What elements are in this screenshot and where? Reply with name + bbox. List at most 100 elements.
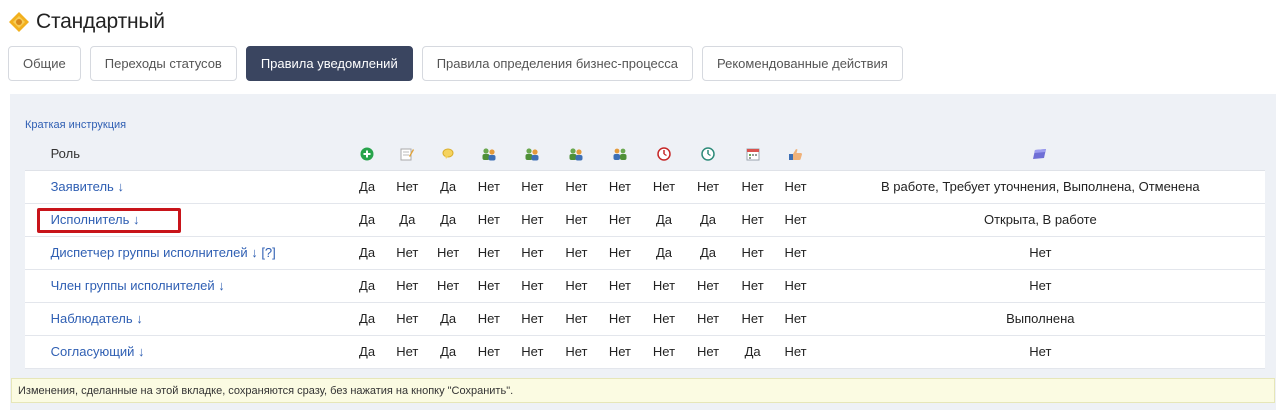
cell-value[interactable]: Нет xyxy=(554,302,599,336)
cell-value[interactable]: Нет xyxy=(510,170,555,204)
cell-value[interactable]: Нет xyxy=(598,170,642,204)
cell-value[interactable]: Нет xyxy=(775,302,816,336)
cell-value[interactable]: Нет xyxy=(598,269,642,303)
cell-value[interactable]: Да xyxy=(729,335,776,369)
cell-value[interactable]: Нет xyxy=(554,170,599,204)
cell-value[interactable]: Да xyxy=(386,203,429,237)
cell-value[interactable]: Нет xyxy=(467,269,511,303)
cell-value[interactable]: Нет xyxy=(510,302,555,336)
cell-value[interactable]: Нет xyxy=(467,236,511,270)
cell-value[interactable]: Нет xyxy=(641,269,687,303)
cell-value[interactable]: Нет xyxy=(467,170,511,204)
role-link-group-dispatcher[interactable]: Диспетчер группы исполнителей ↓ [?] xyxy=(51,245,276,260)
cell-statuses[interactable]: Нет xyxy=(815,335,1265,369)
cell-value[interactable]: Нет xyxy=(686,269,730,303)
cell-value[interactable]: Нет xyxy=(428,236,468,270)
cell-value[interactable]: Да xyxy=(428,170,468,204)
cell-value[interactable]: Нет xyxy=(775,269,816,303)
cell-value[interactable]: Да xyxy=(348,269,387,303)
cell-value[interactable]: Нет xyxy=(775,203,816,237)
tab-status-transitions[interactable]: Переходы статусов xyxy=(89,46,237,81)
cell-value[interactable]: Нет xyxy=(386,170,429,204)
cell-value[interactable]: Нет xyxy=(467,335,511,369)
cell-value[interactable]: Нет xyxy=(554,203,599,237)
cell-value[interactable]: Нет xyxy=(428,269,468,303)
table-row: Диспетчер группы исполнителей ↓ [?] Да Н… xyxy=(25,236,1265,270)
page-header: Стандартный xyxy=(8,8,165,36)
cell-value[interactable]: Нет xyxy=(729,203,776,237)
table-row: Согласующий ↓ Да Нет Да Нет Нет Нет Нет … xyxy=(25,335,1265,369)
col-edit xyxy=(386,137,429,171)
cell-value[interactable]: Нет xyxy=(641,335,687,369)
cell-value[interactable]: Нет xyxy=(510,269,555,303)
cell-value[interactable]: Нет xyxy=(729,302,776,336)
tab-business-process-rules[interactable]: Правила определения бизнес-процесса xyxy=(421,46,694,81)
cell-value[interactable]: Нет xyxy=(686,335,730,369)
cell-value[interactable]: Нет xyxy=(386,335,429,369)
cell-value[interactable]: Нет xyxy=(554,335,599,369)
cell-value[interactable]: Нет xyxy=(467,203,511,237)
cell-value[interactable]: Нет xyxy=(686,302,730,336)
cell-value[interactable]: Да xyxy=(428,302,468,336)
role-cell: Исполнитель ↓ xyxy=(44,203,349,237)
cell-value[interactable]: Нет xyxy=(598,335,642,369)
cell-statuses[interactable]: Выполнена xyxy=(815,302,1265,336)
cell-value[interactable]: Да xyxy=(348,302,387,336)
role-link-group-member[interactable]: Член группы исполнителей ↓ xyxy=(51,278,225,293)
cell-value[interactable]: Нет xyxy=(510,236,555,270)
cell-statuses[interactable]: В работе, Требует уточнения, Выполнена, … xyxy=(815,170,1265,204)
cell-value[interactable]: Нет xyxy=(598,302,642,336)
cell-value[interactable]: Нет xyxy=(467,302,511,336)
role-link-executor[interactable]: Исполнитель ↓ xyxy=(51,212,140,227)
cell-value[interactable]: Нет xyxy=(686,170,730,204)
cell-value[interactable]: Нет xyxy=(386,269,429,303)
cell-statuses[interactable]: Открыта, В работе xyxy=(815,203,1265,237)
cell-value[interactable]: Да xyxy=(348,203,387,237)
table-row: Член группы исполнителей ↓ Да Нет Нет Не… xyxy=(25,269,1265,303)
cell-value[interactable]: Нет xyxy=(729,269,776,303)
cell-value[interactable]: Нет xyxy=(775,170,816,204)
calendar-icon xyxy=(746,148,760,161)
cell-value[interactable]: Нет xyxy=(641,302,687,336)
cell-value[interactable]: Да xyxy=(348,170,387,204)
autosave-notice: Изменения, сделанные на этой вкладке, со… xyxy=(11,378,1275,403)
tab-general[interactable]: Общие xyxy=(8,46,81,81)
cell-value[interactable]: Нет xyxy=(775,335,816,369)
role-link-requester[interactable]: Заявитель ↓ xyxy=(51,179,124,194)
cell-value[interactable]: Да xyxy=(686,236,730,270)
cell-value[interactable]: Да xyxy=(348,335,387,369)
tab-recommended-actions[interactable]: Рекомендованные действия xyxy=(702,46,903,81)
role-link-observer[interactable]: Наблюдатель ↓ xyxy=(51,311,143,326)
cell-value[interactable]: Да xyxy=(348,236,387,270)
notification-rules-panel: Краткая инструкция Роль Заявитель ↓ Да Н… xyxy=(10,94,1276,410)
cell-statuses[interactable]: Нет xyxy=(815,236,1265,270)
tab-notification-rules[interactable]: Правила уведомлений xyxy=(245,46,413,81)
cell-value[interactable]: Нет xyxy=(641,170,687,204)
role-cell: Член группы исполнителей ↓ xyxy=(44,269,349,303)
role-cell: Согласующий ↓ xyxy=(44,335,349,369)
row-marker xyxy=(25,170,45,204)
row-marker xyxy=(25,269,45,303)
col-comment xyxy=(428,137,468,171)
cell-value[interactable]: Нет xyxy=(510,335,555,369)
cell-value[interactable]: Нет xyxy=(598,236,642,270)
role-link-approver[interactable]: Согласующий ↓ xyxy=(51,344,145,359)
cell-value[interactable]: Нет xyxy=(386,236,429,270)
cell-value[interactable]: Нет xyxy=(554,269,599,303)
cell-statuses[interactable]: Нет xyxy=(815,269,1265,303)
cell-value[interactable]: Нет xyxy=(598,203,642,237)
cell-value[interactable]: Нет xyxy=(510,203,555,237)
cell-value[interactable]: Да xyxy=(641,236,687,270)
cell-value[interactable]: Да xyxy=(428,203,468,237)
cell-value[interactable]: Нет xyxy=(775,236,816,270)
cell-value[interactable]: Нет xyxy=(386,302,429,336)
cell-value[interactable]: Нет xyxy=(729,170,776,204)
overdue-clock-icon xyxy=(657,147,671,161)
cell-value[interactable]: Нет xyxy=(729,236,776,270)
instructions-link[interactable]: Краткая инструкция xyxy=(25,119,126,131)
cell-value[interactable]: Нет xyxy=(554,236,599,270)
cell-value[interactable]: Да xyxy=(686,203,730,237)
cell-value[interactable]: Да xyxy=(428,335,468,369)
row-marker xyxy=(25,203,45,237)
cell-value[interactable]: Да xyxy=(641,203,687,237)
